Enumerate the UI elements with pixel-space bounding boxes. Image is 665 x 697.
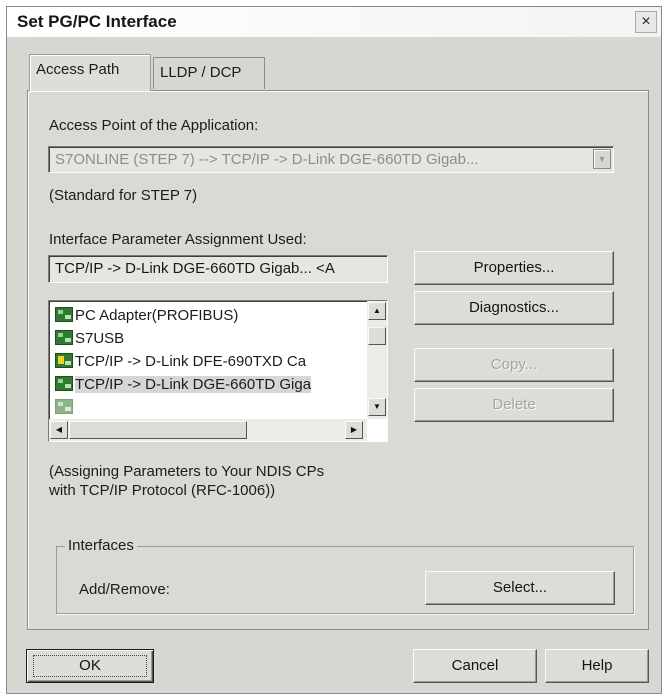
interface-list[interactable]: PC Adapter(PROFIBUS) S7USB TCP/IP -> D-L…: [48, 300, 388, 442]
interface-param-value: TCP/IP -> D-Link DGE-660TD Gigab... <A: [55, 260, 335, 277]
focus-rectangle: [33, 655, 147, 677]
vertical-scrollbar[interactable]: ▲ ▼: [367, 301, 387, 419]
access-point-label: Access Point of the Application:: [49, 117, 259, 134]
access-path-panel: Access Point of the Application: S7ONLIN…: [27, 90, 649, 630]
scroll-down-button[interactable]: ▼: [368, 398, 386, 416]
diagnostics-button-label: Diagnostics...: [468, 299, 560, 316]
tab-access-path[interactable]: Access Path: [29, 54, 151, 91]
properties-button-label: Properties...: [473, 259, 555, 276]
network-adapter-icon: [55, 307, 73, 322]
list-item-label: TCP/IP -> D-Link DGE-660TD Giga: [75, 376, 312, 393]
description-line-2: with TCP/IP Protocol (RFC-1006)): [49, 482, 276, 499]
title-bar[interactable]: Set PG/PC Interface ×: [7, 7, 661, 37]
scroll-right-button[interactable]: ▶: [345, 421, 363, 439]
network-adapter-icon: [55, 376, 73, 391]
tab-lldp-dcp-label: LLDP / DCP: [160, 64, 242, 81]
interfaces-groupbox-title: Interfaces: [65, 537, 137, 554]
interface-list-viewport: PC Adapter(PROFIBUS) S7USB TCP/IP -> D-L…: [49, 301, 365, 419]
access-point-combo[interactable]: S7ONLINE (STEP 7) --> TCP/IP -> D-Link D…: [48, 146, 614, 173]
access-point-value: S7ONLINE (STEP 7) --> TCP/IP -> D-Link D…: [55, 151, 479, 168]
scroll-thumb-vertical[interactable]: [368, 327, 386, 345]
help-button[interactable]: Help: [545, 649, 649, 683]
help-button-label: Help: [581, 657, 613, 674]
list-item-selected[interactable]: TCP/IP -> D-Link DGE-660TD Giga: [55, 376, 312, 398]
tab-access-path-label: Access Path: [36, 61, 120, 78]
window-title: Set PG/PC Interface: [17, 12, 177, 31]
diagnostics-button[interactable]: Diagnostics...: [414, 291, 614, 325]
list-item-label: TCP/IP -> D-Link DFE-690TXD Ca: [75, 353, 307, 370]
network-adapter-icon: [55, 399, 73, 414]
close-icon: ×: [641, 13, 651, 30]
interfaces-groupbox: Interfaces Add/Remove: Select...: [56, 537, 634, 614]
scroll-thumb-horizontal[interactable]: [69, 421, 247, 439]
horizontal-scrollbar[interactable]: ◀ ▶: [49, 419, 367, 441]
scroll-up-button[interactable]: ▲: [368, 302, 386, 320]
select-button[interactable]: Select...: [425, 571, 615, 605]
interface-param-field[interactable]: TCP/IP -> D-Link DGE-660TD Gigab... <A: [48, 255, 388, 283]
properties-button[interactable]: Properties...: [414, 251, 614, 285]
list-item[interactable]: S7USB: [55, 330, 124, 352]
select-button-label: Select...: [492, 579, 548, 596]
list-item-label: PC Adapter(PROFIBUS): [75, 307, 239, 324]
scroll-left-button[interactable]: ◀: [50, 421, 68, 439]
chevron-down-icon[interactable]: ▼: [593, 149, 611, 169]
delete-button-label: Delete: [492, 396, 536, 413]
cancel-button[interactable]: Cancel: [413, 649, 537, 683]
description-line-1: (Assigning Parameters to Your NDIS CPs: [49, 463, 325, 480]
dialog-window: Set PG/PC Interface × Access Path LLDP /…: [6, 6, 662, 694]
close-button[interactable]: ×: [635, 11, 657, 33]
list-item[interactable]: TCP/IP -> D-Link DFE-690TXD Ca: [55, 353, 306, 375]
interface-param-label: Interface Parameter Assignment Used:: [49, 231, 307, 248]
list-item-partial[interactable]: [55, 399, 75, 419]
copy-button-label: Copy...: [490, 356, 538, 373]
access-point-note: (Standard for STEP 7): [49, 187, 198, 204]
list-item-label: S7USB: [75, 330, 125, 347]
network-adapter-icon: [55, 330, 73, 345]
tab-lldp-dcp[interactable]: LLDP / DCP: [153, 57, 265, 89]
copy-button[interactable]: Copy...: [414, 348, 614, 382]
network-adapter-warning-icon: [55, 353, 73, 368]
cancel-button-label: Cancel: [451, 657, 499, 674]
ok-button[interactable]: OK: [26, 649, 154, 683]
list-item[interactable]: PC Adapter(PROFIBUS): [55, 307, 238, 329]
delete-button[interactable]: Delete: [414, 388, 614, 422]
add-remove-label: Add/Remove:: [79, 581, 170, 598]
